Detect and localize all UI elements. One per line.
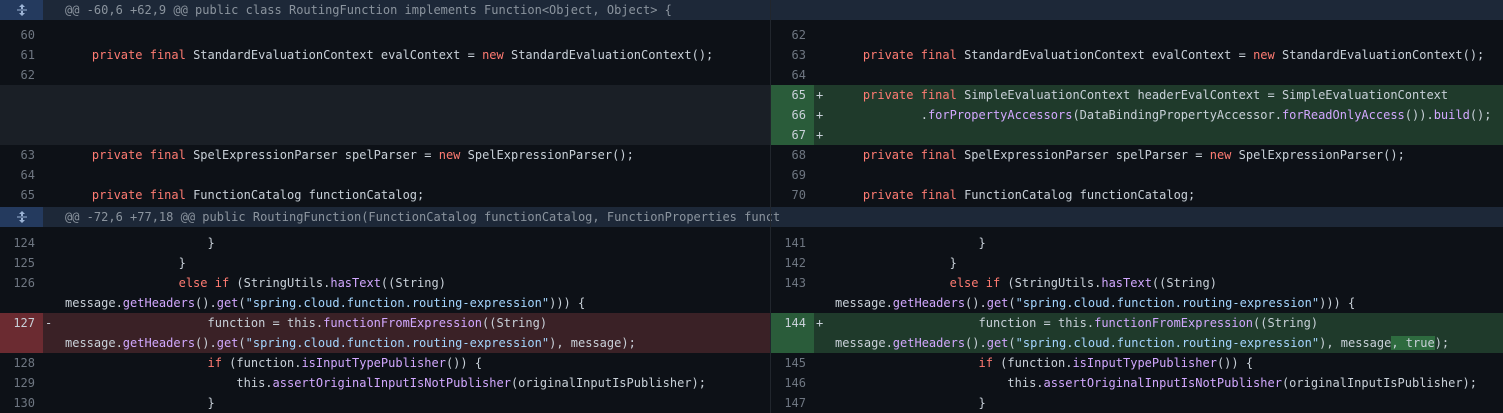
diff-line-added: 144 + function = this.functionFromExpress… [771, 313, 1503, 353]
diff-line: 61 private final StandardEvaluationConte… [0, 45, 770, 65]
code-line: if (function.isInputTypePublisher()) { [978, 356, 1254, 370]
line-number[interactable]: 144 [771, 313, 814, 353]
code-line: private final StandardEvaluationContext … [91, 48, 714, 62]
diff-line: 60 [0, 25, 770, 45]
diff-line-deleted: 127- function = this.functionFromExpress… [0, 313, 770, 353]
line-number[interactable]: 61 [0, 45, 43, 65]
line-number[interactable]: 63 [771, 45, 814, 65]
line-number[interactable]: 64 [0, 165, 43, 185]
line-number[interactable]: 126 [0, 273, 43, 293]
diff-line: 65 private final FunctionCatalog functio… [0, 185, 770, 205]
code-line: private final SimpleEvaluationContext he… [862, 88, 1449, 102]
diff-line: 141 } [771, 233, 1503, 253]
code-line: if (function.isInputTypePublisher()) { [207, 356, 483, 370]
diff-line: 128 if (function.isInputTypePublisher())… [0, 353, 770, 373]
diff-line: 63 private final SpelExpressionParser sp… [0, 145, 770, 165]
code-line: this.assertOriginalInputIsNotPublisher(o… [1007, 376, 1478, 390]
line-number[interactable]: 124 [0, 233, 43, 253]
diff-line-added: 66 + .forPropertyAccessors(DataBindingPro… [771, 105, 1503, 125]
diff-line: 146 this.assertOriginalInputIsNotPublish… [771, 373, 1503, 393]
line-number[interactable]: 60 [0, 25, 43, 45]
diff-line: 62 [0, 65, 770, 85]
line-number[interactable]: 63 [0, 145, 43, 165]
code-line: private final StandardEvaluationContext … [862, 48, 1485, 62]
code-line: } [949, 256, 957, 270]
code-line: } [178, 256, 186, 270]
diff-line: 64 [771, 65, 1503, 85]
diff-line: 64 [0, 165, 770, 185]
diff-line: 147 } [771, 393, 1503, 413]
code-line: } [207, 396, 215, 410]
line-number[interactable]: 143 [771, 273, 814, 293]
line-number[interactable]: 69 [771, 165, 814, 185]
line-number[interactable]: 127 [0, 313, 43, 353]
line-number[interactable]: 68 [771, 145, 814, 165]
code-line: private final SpelExpressionParser spelP… [862, 148, 1405, 162]
code-line: .forPropertyAccessors(DataBindingPropert… [920, 108, 1492, 122]
diff-left-pane: 60 61 private final StandardEvaluationCo… [0, 0, 770, 413]
diff-line: 145 if (function.isInputTypePublisher())… [771, 353, 1503, 373]
code-line: private final SpelExpressionParser spelP… [91, 148, 634, 162]
diff-line: 62 [771, 25, 1503, 45]
diff-line: 68 private final SpelExpressionParser sp… [771, 145, 1503, 165]
line-number[interactable]: 66 [771, 105, 814, 125]
line-number[interactable]: 65 [771, 85, 814, 105]
line-number[interactable]: 67 [771, 125, 814, 145]
diff-line: 143 else if (StringUtils.hasText((String… [771, 273, 1503, 313]
code-line: } [978, 236, 986, 250]
line-number[interactable]: 62 [0, 65, 43, 85]
code-line: private final FunctionCatalog functionCa… [91, 188, 425, 202]
line-number[interactable]: 145 [771, 353, 814, 373]
line-number[interactable]: 146 [771, 373, 814, 393]
added-text-highlight: , true [1391, 336, 1435, 350]
line-number[interactable]: 62 [771, 25, 814, 45]
diff-line: 124 } [0, 233, 770, 253]
diff-line: 130 } [0, 393, 770, 413]
line-number[interactable]: 142 [771, 253, 814, 273]
diff-line: 125 } [0, 253, 770, 273]
line-number[interactable]: 125 [0, 253, 43, 273]
diff-line: 142 } [771, 253, 1503, 273]
diff-line: 70 private final FunctionCatalog functio… [771, 185, 1503, 205]
line-number[interactable]: 64 [771, 65, 814, 85]
diff-line: 63 private final StandardEvaluationConte… [771, 45, 1503, 65]
code-line: private final FunctionCatalog functionCa… [862, 188, 1196, 202]
line-number[interactable]: 130 [0, 393, 43, 413]
code-line: this.assertOriginalInputIsNotPublisher(o… [236, 376, 707, 390]
line-number[interactable]: 129 [0, 373, 43, 393]
code-line-wrap: message.getHeaders().get("spring.cloud.f… [65, 296, 586, 310]
line-number[interactable]: 65 [0, 185, 43, 205]
diff-line-added: 67 + [771, 125, 1503, 145]
diff-line: 69 [771, 165, 1503, 185]
code-line-wrap: message.getHeaders().get("spring.cloud.f… [65, 336, 636, 350]
diff-line: 126 else if (StringUtils.hasText((String… [0, 273, 770, 313]
diff-line: 129 this.assertOriginalInputIsNotPublish… [0, 373, 770, 393]
code-line-wrap: message.getHeaders().get("spring.cloud.f… [835, 336, 1450, 350]
empty-filler [0, 85, 770, 145]
line-number[interactable]: 147 [771, 393, 814, 413]
code-line-wrap: message.getHeaders().get("spring.cloud.f… [835, 296, 1356, 310]
diff-right-pane: 62 63 private final StandardEvaluationCo… [771, 0, 1503, 413]
diff-line-added: 65 + private final SimpleEvaluationContex… [771, 85, 1503, 105]
line-number[interactable]: 128 [0, 353, 43, 373]
code-line: } [207, 236, 215, 250]
line-number[interactable]: 70 [771, 185, 814, 205]
line-number[interactable]: 141 [771, 233, 814, 253]
code-line: } [978, 396, 986, 410]
